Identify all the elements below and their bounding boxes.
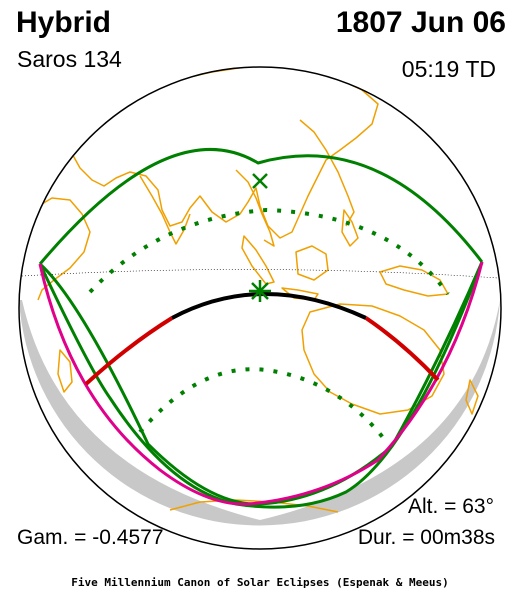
canon-credit-line: Five Millennium Canon of Solar Eclipses … xyxy=(71,576,449,589)
indochina-outline xyxy=(235,169,275,247)
annular-segment-west xyxy=(84,316,174,386)
northern-dotted-limit xyxy=(88,207,450,296)
altitude-readout: Alt. = 63° xyxy=(407,495,494,518)
greatest-eclipse-marker xyxy=(249,280,271,302)
total-segment xyxy=(171,292,367,320)
dotted-magnitude-limits xyxy=(88,207,450,446)
arabia-africa-outline xyxy=(31,197,91,301)
borneo-outline xyxy=(295,245,329,281)
subsolar-point-marker xyxy=(252,173,268,189)
gamma-readout: Gam. = -0.4577 xyxy=(17,526,164,549)
india-outline xyxy=(139,175,191,245)
east-asia-coast xyxy=(299,119,355,227)
southern-dotted-limit xyxy=(138,367,390,446)
globe-outline xyxy=(18,66,502,550)
asia-outline xyxy=(61,67,379,239)
new-guinea-outline xyxy=(379,265,449,297)
philippines-outline xyxy=(341,209,359,247)
annular-segment-east xyxy=(364,316,440,382)
duration-readout: Dur. = 00m38s xyxy=(357,526,495,549)
